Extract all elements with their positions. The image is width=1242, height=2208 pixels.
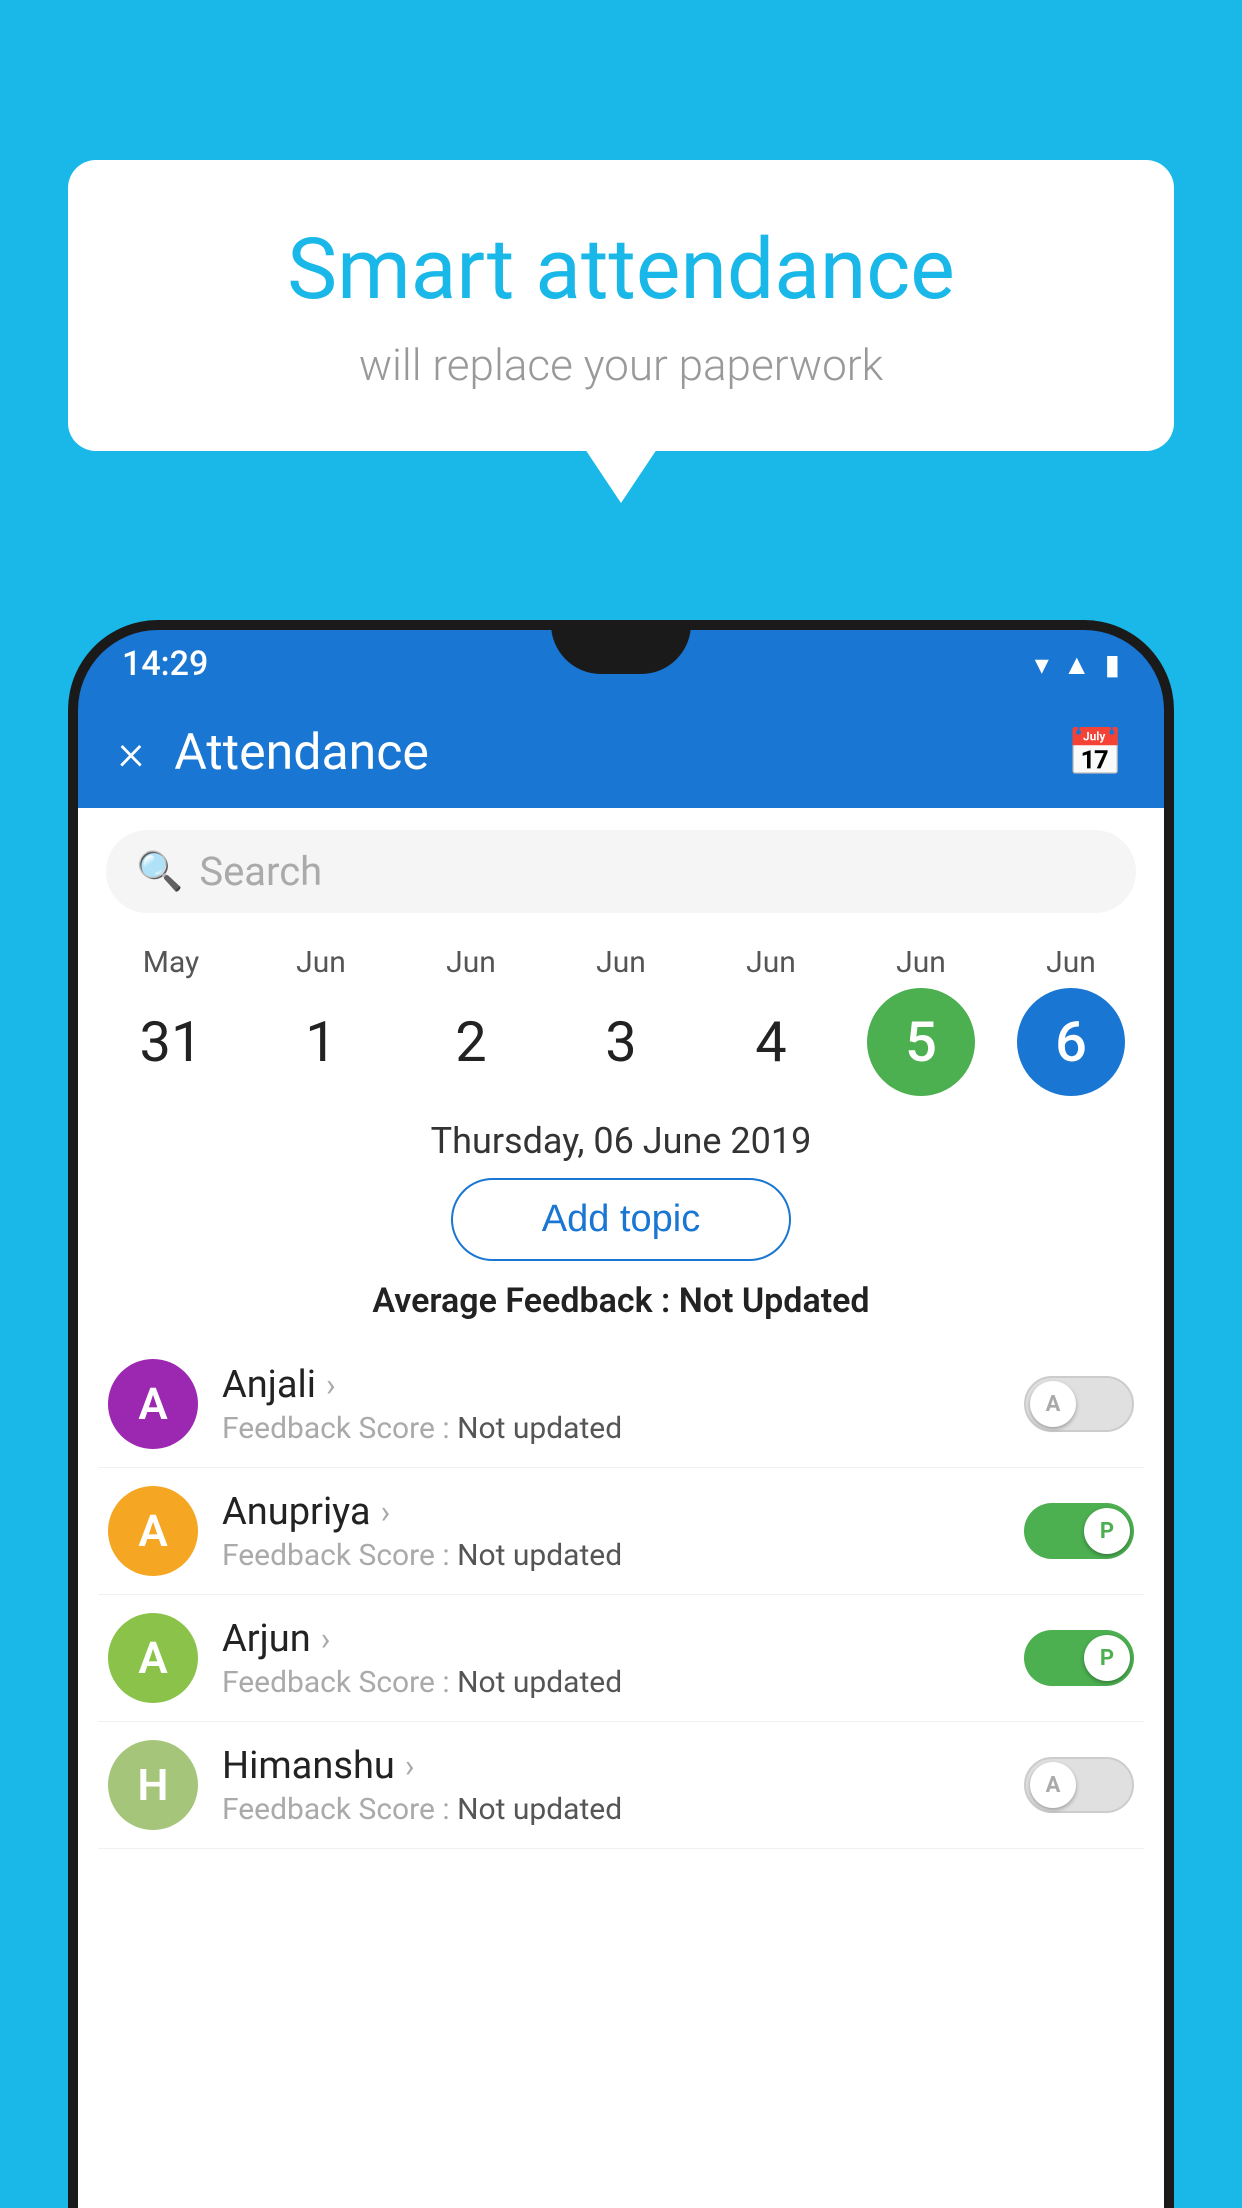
student-name: Anupriya › xyxy=(222,1490,1000,1534)
calendar-day[interactable]: Jun 6 xyxy=(1006,945,1136,1096)
calendar-day[interactable]: Jun 5 xyxy=(856,945,986,1096)
student-item[interactable]: A Anupriya › Feedback Score : Not updated P xyxy=(98,1468,1144,1595)
toggle-knob: A xyxy=(1030,1762,1076,1808)
cal-month-label: Jun xyxy=(446,945,496,980)
cal-month-label: Jun xyxy=(1046,945,1096,980)
student-name: Anjali › xyxy=(222,1363,1000,1407)
search-icon: 🔍 xyxy=(136,850,183,894)
cal-date-label: 4 xyxy=(717,988,825,1096)
student-info: Himanshu › Feedback Score : Not updated xyxy=(222,1744,1000,1827)
battery-icon: ▮ xyxy=(1105,648,1120,681)
app-header: × Attendance 📅 xyxy=(78,698,1164,808)
cal-date-label: 2 xyxy=(417,988,525,1096)
feedback-score: Feedback Score : Not updated xyxy=(222,1792,1000,1827)
student-info: Anjali › Feedback Score : Not updated xyxy=(222,1363,1000,1446)
feedback-score: Feedback Score : Not updated xyxy=(222,1411,1000,1446)
cal-date-label: 1 xyxy=(267,988,375,1096)
student-name: Himanshu › xyxy=(222,1744,1000,1788)
average-feedback: Average Feedback : Not Updated xyxy=(78,1281,1164,1321)
avatar: H xyxy=(108,1740,198,1830)
toggle-container[interactable]: A xyxy=(1024,1757,1134,1813)
cal-date-label: 5 xyxy=(867,988,975,1096)
student-item[interactable]: A Arjun › Feedback Score : Not updated P xyxy=(98,1595,1144,1722)
phone-frame: 14:29 ▾ ▲ ▮ × Attendance 📅 🔍 Search xyxy=(68,620,1174,2208)
cal-date-label: 31 xyxy=(117,988,225,1096)
attendance-toggle[interactable]: P xyxy=(1024,1630,1134,1686)
toggle-knob: P xyxy=(1084,1508,1130,1554)
toggle-container[interactable]: P xyxy=(1024,1503,1134,1559)
chevron-icon: › xyxy=(321,1620,331,1658)
calendar-day[interactable]: Jun 2 xyxy=(406,945,536,1096)
wifi-icon: ▾ xyxy=(1035,648,1049,681)
student-list: AAnjali ›Feedback Score : Not updatedAAA… xyxy=(78,1341,1164,1849)
add-topic-button[interactable]: Add topic xyxy=(451,1178,791,1261)
avatar: A xyxy=(108,1613,198,1703)
student-info: Arjun › Feedback Score : Not updated xyxy=(222,1617,1000,1700)
chevron-icon: › xyxy=(405,1747,415,1785)
screen-content: 🔍 Search May 31 Jun 1 Jun 2 Jun 3 Jun 4 Jun 5 Jun 6 T… xyxy=(78,808,1164,2208)
student-info: Anupriya › Feedback Score : Not updated xyxy=(222,1490,1000,1573)
attendance-toggle[interactable]: A xyxy=(1024,1757,1134,1813)
attendance-toggle[interactable]: P xyxy=(1024,1503,1134,1559)
student-item[interactable]: H Himanshu › Feedback Score : Not updated A xyxy=(98,1722,1144,1849)
avg-feedback-value: Not Updated xyxy=(679,1281,870,1321)
toggle-knob: A xyxy=(1030,1381,1076,1427)
status-time: 14:29 xyxy=(122,644,208,684)
toggle-container[interactable]: P xyxy=(1024,1630,1134,1686)
avatar: A xyxy=(108,1359,198,1449)
chevron-icon: › xyxy=(326,1366,336,1404)
speech-bubble: Smart attendance will replace your paper… xyxy=(68,160,1174,451)
calendar-day[interactable]: Jun 3 xyxy=(556,945,686,1096)
cal-date-label: 3 xyxy=(567,988,675,1096)
status-icons: ▾ ▲ ▮ xyxy=(1035,648,1120,681)
cal-month-label: Jun xyxy=(296,945,346,980)
phone-inner: 14:29 ▾ ▲ ▮ × Attendance 📅 🔍 Search xyxy=(78,630,1164,2208)
calendar-day[interactable]: Jun 4 xyxy=(706,945,836,1096)
student-name: Arjun › xyxy=(222,1617,1000,1661)
speech-bubble-subtitle: will replace your paperwork xyxy=(128,339,1114,391)
speech-bubble-title: Smart attendance xyxy=(128,220,1114,319)
header-left: × Attendance xyxy=(118,724,429,782)
search-placeholder: Search xyxy=(199,848,322,895)
cal-month-label: Jun xyxy=(746,945,796,980)
signal-icon: ▲ xyxy=(1063,648,1091,681)
avg-feedback-label: Average Feedback : xyxy=(372,1281,670,1321)
feedback-score: Feedback Score : Not updated xyxy=(222,1538,1000,1573)
selected-date-label: Thursday, 06 June 2019 xyxy=(78,1096,1164,1178)
toggle-container[interactable]: A xyxy=(1024,1376,1134,1432)
cal-month-label: Jun xyxy=(896,945,946,980)
student-item[interactable]: A Anjali › Feedback Score : Not updated A xyxy=(98,1341,1144,1468)
calendar-day[interactable]: Jun 1 xyxy=(256,945,386,1096)
calendar-day[interactable]: May 31 xyxy=(106,945,236,1096)
attendance-toggle[interactable]: A xyxy=(1024,1376,1134,1432)
search-bar[interactable]: 🔍 Search xyxy=(106,830,1136,913)
avatar: A xyxy=(108,1486,198,1576)
cal-date-label: 6 xyxy=(1017,988,1125,1096)
chevron-icon: › xyxy=(381,1493,391,1531)
calendar-strip: May 31 Jun 1 Jun 2 Jun 3 Jun 4 Jun 5 Jun 6 xyxy=(78,935,1164,1096)
close-button[interactable]: × xyxy=(118,724,144,782)
calendar-icon[interactable]: 📅 xyxy=(1067,726,1124,780)
toggle-knob: P xyxy=(1084,1635,1130,1681)
cal-month-label: Jun xyxy=(596,945,646,980)
cal-month-label: May xyxy=(143,945,199,980)
app-title: Attendance xyxy=(174,724,429,782)
feedback-score: Feedback Score : Not updated xyxy=(222,1665,1000,1700)
